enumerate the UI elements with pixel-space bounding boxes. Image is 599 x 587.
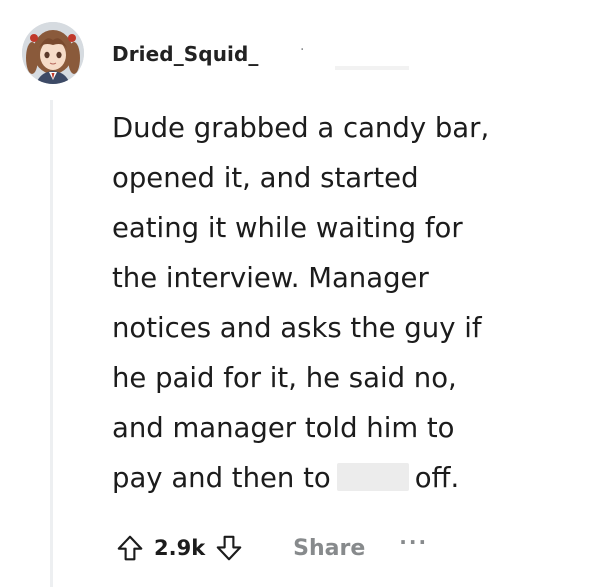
upvote-button[interactable] [112,530,148,566]
comment-line: notices and asks the guy if [112,312,482,344]
censored-word [336,463,409,491]
comment-line-last: pay and then to off. [112,453,592,503]
comment-actions: 2.9k Share ··· [112,528,428,568]
comment-line: Dude grabbed a candy bar, [112,112,490,144]
thread-line [50,100,53,587]
avatar-illustration [22,22,84,84]
vote-count: 2.9k [154,536,206,560]
comment-line: and manager told him to [112,412,455,444]
comment-line: opened it, and started [112,162,419,194]
arrow-down-outline-icon [216,535,242,561]
redacted-metadata [335,66,409,70]
comment-body: Dude grabbed a candy bar, opened it, and… [112,103,592,503]
comment-fragment: pay and then to [112,462,331,494]
comment-line: eating it while waiting for [112,212,463,244]
separator-dot: · [300,42,305,58]
arrow-up-outline-icon [117,535,143,561]
comment-line: the interview. Manager [112,262,429,294]
comment-fragment: off. [414,462,460,494]
more-options-button[interactable]: ··· [399,532,428,552]
comment-line: he paid for it, he said no, [112,362,457,394]
downvote-button[interactable] [211,530,247,566]
avatar[interactable] [22,22,84,84]
share-button[interactable]: Share [293,536,365,561]
author-username[interactable]: Dried_Squid_ [112,42,259,66]
